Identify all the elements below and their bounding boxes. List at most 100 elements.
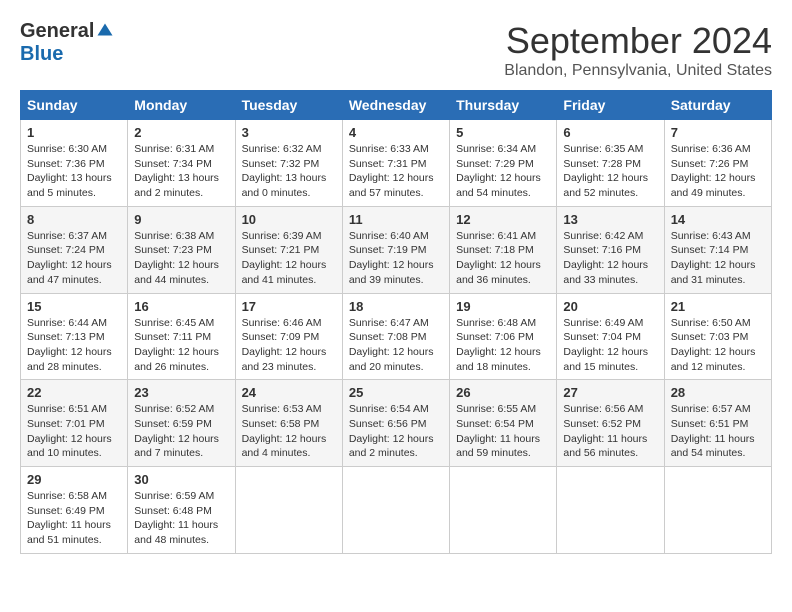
calendar-cell: 26 Sunrise: 6:55 AMSunset: 6:54 PMDayligh… xyxy=(450,380,557,467)
day-info: Sunrise: 6:49 AMSunset: 7:04 PMDaylight:… xyxy=(563,316,657,375)
weekday-header-wednesday: Wednesday xyxy=(342,91,449,120)
day-number: 16 xyxy=(134,299,228,314)
day-info: Sunrise: 6:42 AMSunset: 7:16 PMDaylight:… xyxy=(563,229,657,288)
day-number: 10 xyxy=(242,212,336,227)
day-number: 3 xyxy=(242,125,336,140)
calendar-row: 1 Sunrise: 6:30 AMSunset: 7:36 PMDaylight… xyxy=(21,120,772,207)
day-number: 4 xyxy=(349,125,443,140)
logo-general-text: General xyxy=(20,20,94,43)
logo-blue-text: Blue xyxy=(20,43,63,66)
day-info: Sunrise: 6:53 AMSunset: 6:58 PMDaylight:… xyxy=(242,402,336,461)
calendar-row: 29 Sunrise: 6:58 AMSunset: 6:49 PMDayligh… xyxy=(21,467,772,554)
day-info: Sunrise: 6:56 AMSunset: 6:52 PMDaylight:… xyxy=(563,402,657,461)
calendar-row: 15 Sunrise: 6:44 AMSunset: 7:13 PMDayligh… xyxy=(21,293,772,380)
day-number: 9 xyxy=(134,212,228,227)
day-info: Sunrise: 6:58 AMSunset: 6:49 PMDaylight:… xyxy=(27,489,121,548)
day-number: 12 xyxy=(456,212,550,227)
calendar-cell: 24Sunrise: 6:53 AMSunset: 6:58 PMDayligh… xyxy=(235,380,342,467)
day-info: Sunrise: 6:40 AMSunset: 7:19 PMDaylight:… xyxy=(349,229,443,288)
day-number: 7 xyxy=(671,125,765,140)
calendar-cell: 15 Sunrise: 6:44 AMSunset: 7:13 PMDayligh… xyxy=(21,293,128,380)
calendar-cell: 17 Sunrise: 6:46 AMSunset: 7:09 PMDayligh… xyxy=(235,293,342,380)
day-number: 15 xyxy=(27,299,121,314)
calendar-cell: 29 Sunrise: 6:58 AMSunset: 6:49 PMDayligh… xyxy=(21,467,128,554)
calendar-cell: 4 Sunrise: 6:33 AMSunset: 7:31 PMDaylight… xyxy=(342,120,449,207)
day-number: 27 xyxy=(563,385,657,400)
day-number: 2 xyxy=(134,125,228,140)
day-number: 1 xyxy=(27,125,121,140)
calendar-cell: 5 Sunrise: 6:34 AMSunset: 7:29 PMDaylight… xyxy=(450,120,557,207)
calendar-table: SundayMondayTuesdayWednesdayThursdayFrid… xyxy=(20,90,772,554)
calendar-cell: 22 Sunrise: 6:51 AMSunset: 7:01 PMDayligh… xyxy=(21,380,128,467)
calendar-cell: 19 Sunrise: 6:48 AMSunset: 7:06 PMDayligh… xyxy=(450,293,557,380)
calendar-cell: 30 Sunrise: 6:59 AMSunset: 6:48 PMDayligh… xyxy=(128,467,235,554)
location-title: Blandon, Pennsylvania, United States xyxy=(504,62,772,80)
weekday-header-saturday: Saturday xyxy=(664,91,771,120)
calendar-cell xyxy=(664,467,771,554)
day-number: 23 xyxy=(134,385,228,400)
day-info: Sunrise: 6:48 AMSunset: 7:06 PMDaylight:… xyxy=(456,316,550,375)
day-info: Sunrise: 6:36 AMSunset: 7:26 PMDaylight:… xyxy=(671,142,765,201)
day-number: 6 xyxy=(563,125,657,140)
day-number: 5 xyxy=(456,125,550,140)
calendar-row: 8Sunrise: 6:37 AMSunset: 7:24 PMDaylight… xyxy=(21,206,772,293)
calendar-cell xyxy=(342,467,449,554)
calendar-cell: 16Sunrise: 6:45 AMSunset: 7:11 PMDayligh… xyxy=(128,293,235,380)
calendar-cell: 12 Sunrise: 6:41 AMSunset: 7:18 PMDayligh… xyxy=(450,206,557,293)
day-info: Sunrise: 6:43 AMSunset: 7:14 PMDaylight:… xyxy=(671,229,765,288)
calendar-cell xyxy=(235,467,342,554)
day-number: 21 xyxy=(671,299,765,314)
day-info: Sunrise: 6:32 AMSunset: 7:32 PMDaylight:… xyxy=(242,142,336,201)
day-info: Sunrise: 6:44 AMSunset: 7:13 PMDaylight:… xyxy=(27,316,121,375)
day-info: Sunrise: 6:46 AMSunset: 7:09 PMDaylight:… xyxy=(242,316,336,375)
day-number: 14 xyxy=(671,212,765,227)
calendar-cell: 18 Sunrise: 6:47 AMSunset: 7:08 PMDayligh… xyxy=(342,293,449,380)
day-number: 19 xyxy=(456,299,550,314)
day-number: 22 xyxy=(27,385,121,400)
day-info: Sunrise: 6:39 AMSunset: 7:21 PMDaylight:… xyxy=(242,229,336,288)
day-info: Sunrise: 6:35 AMSunset: 7:28 PMDaylight:… xyxy=(563,142,657,201)
day-number: 29 xyxy=(27,472,121,487)
month-title: September 2024 xyxy=(504,20,772,62)
calendar-cell: 2 Sunrise: 6:31 AMSunset: 7:34 PMDaylight… xyxy=(128,120,235,207)
calendar-cell: 10 Sunrise: 6:39 AMSunset: 7:21 PMDayligh… xyxy=(235,206,342,293)
day-info: Sunrise: 6:33 AMSunset: 7:31 PMDaylight:… xyxy=(349,142,443,201)
weekday-header-friday: Friday xyxy=(557,91,664,120)
calendar-cell: 20 Sunrise: 6:49 AMSunset: 7:04 PMDayligh… xyxy=(557,293,664,380)
calendar-cell: 21 Sunrise: 6:50 AMSunset: 7:03 PMDayligh… xyxy=(664,293,771,380)
day-number: 17 xyxy=(242,299,336,314)
day-number: 26 xyxy=(456,385,550,400)
day-number: 11 xyxy=(349,212,443,227)
day-number: 30 xyxy=(134,472,228,487)
day-info: Sunrise: 6:41 AMSunset: 7:18 PMDaylight:… xyxy=(456,229,550,288)
day-number: 25 xyxy=(349,385,443,400)
calendar-cell: 27 Sunrise: 6:56 AMSunset: 6:52 PMDayligh… xyxy=(557,380,664,467)
calendar-cell: 8Sunrise: 6:37 AMSunset: 7:24 PMDaylight… xyxy=(21,206,128,293)
day-info: Sunrise: 6:59 AMSunset: 6:48 PMDaylight:… xyxy=(134,489,228,548)
day-info: Sunrise: 6:47 AMSunset: 7:08 PMDaylight:… xyxy=(349,316,443,375)
day-number: 18 xyxy=(349,299,443,314)
day-info: Sunrise: 6:30 AMSunset: 7:36 PMDaylight:… xyxy=(27,142,121,201)
day-info: Sunrise: 6:31 AMSunset: 7:34 PMDaylight:… xyxy=(134,142,228,201)
logo-icon xyxy=(96,22,114,40)
calendar-cell: 11 Sunrise: 6:40 AMSunset: 7:19 PMDayligh… xyxy=(342,206,449,293)
calendar-cell: 14 Sunrise: 6:43 AMSunset: 7:14 PMDayligh… xyxy=(664,206,771,293)
day-info: Sunrise: 6:50 AMSunset: 7:03 PMDaylight:… xyxy=(671,316,765,375)
title-area: September 2024 Blandon, Pennsylvania, Un… xyxy=(504,20,772,80)
weekday-header-sunday: Sunday xyxy=(21,91,128,120)
calendar-cell: 6 Sunrise: 6:35 AMSunset: 7:28 PMDaylight… xyxy=(557,120,664,207)
day-info: Sunrise: 6:38 AMSunset: 7:23 PMDaylight:… xyxy=(134,229,228,288)
calendar-cell: 7 Sunrise: 6:36 AMSunset: 7:26 PMDaylight… xyxy=(664,120,771,207)
day-info: Sunrise: 6:51 AMSunset: 7:01 PMDaylight:… xyxy=(27,402,121,461)
weekday-header-monday: Monday xyxy=(128,91,235,120)
day-info: Sunrise: 6:55 AMSunset: 6:54 PMDaylight:… xyxy=(456,402,550,461)
day-info: Sunrise: 6:52 AMSunset: 6:59 PMDaylight:… xyxy=(134,402,228,461)
calendar-cell xyxy=(557,467,664,554)
calendar-row: 22 Sunrise: 6:51 AMSunset: 7:01 PMDayligh… xyxy=(21,380,772,467)
header: General Blue September 2024 Blandon, Pen… xyxy=(20,20,772,80)
day-info: Sunrise: 6:34 AMSunset: 7:29 PMDaylight:… xyxy=(456,142,550,201)
day-number: 20 xyxy=(563,299,657,314)
calendar-cell xyxy=(450,467,557,554)
calendar-cell: 25Sunrise: 6:54 AMSunset: 6:56 PMDayligh… xyxy=(342,380,449,467)
logo: General Blue xyxy=(20,20,114,66)
